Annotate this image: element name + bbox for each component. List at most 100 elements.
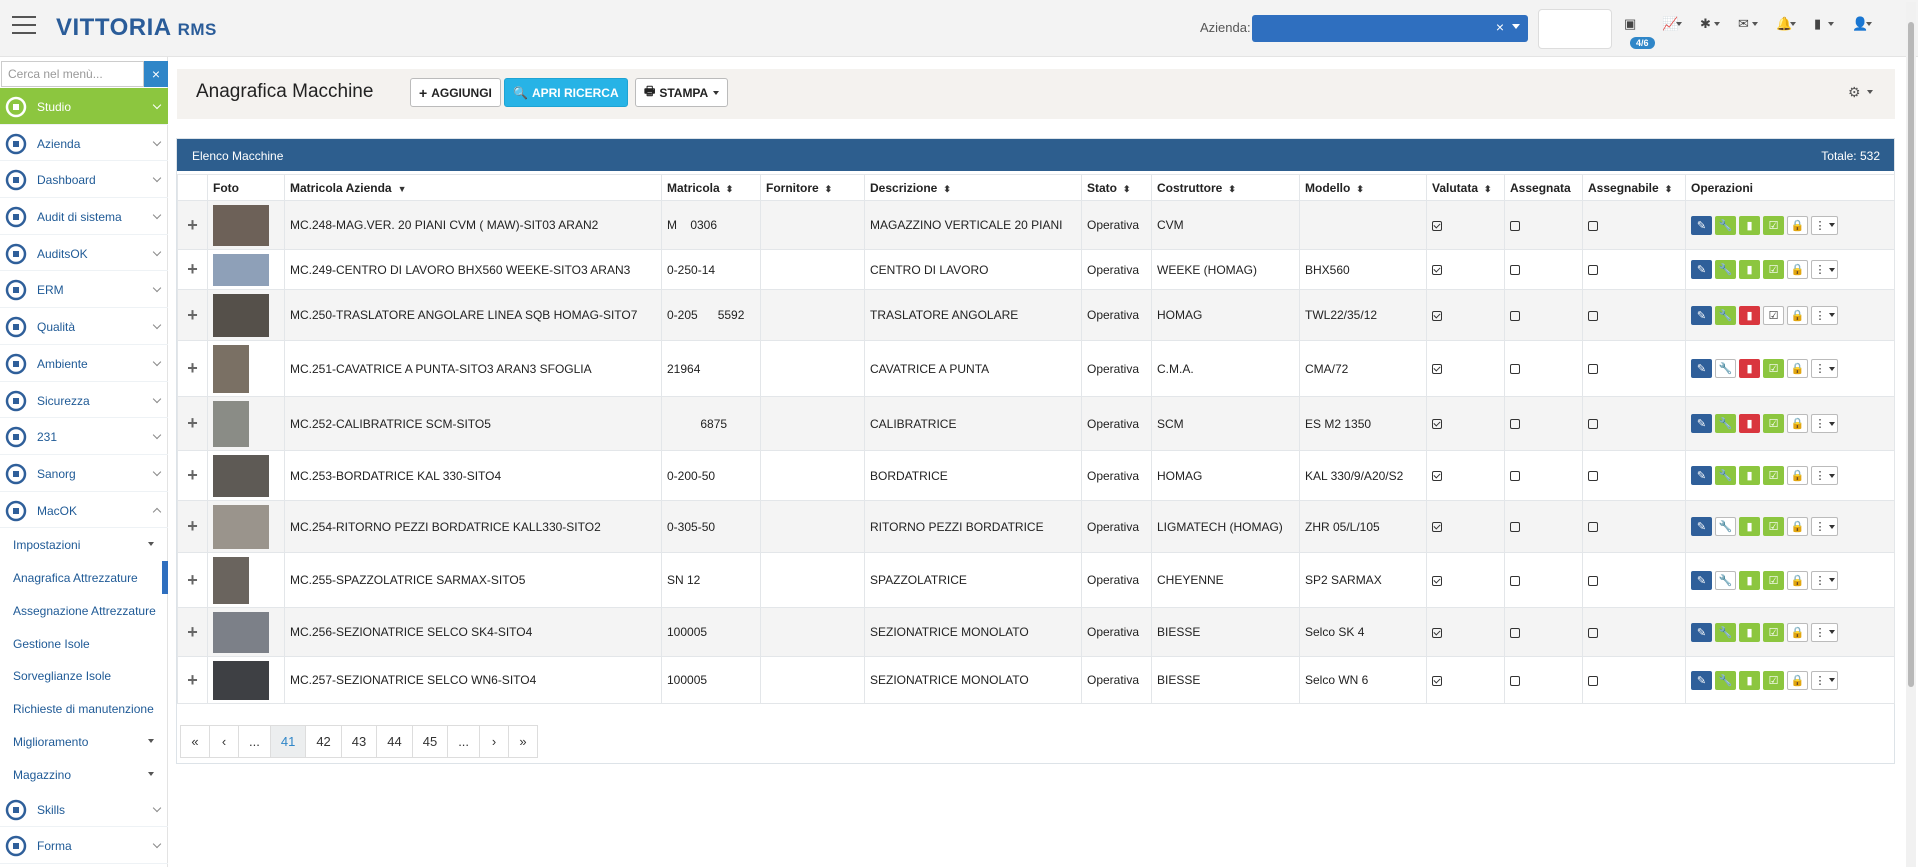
edit-icon[interactable]: ✎: [1691, 215, 1712, 235]
machine-photo[interactable]: [213, 253, 269, 286]
assegnabile-checkbox[interactable]: [1588, 675, 1598, 686]
table-row[interactable]: + MC.252-CALIBRATRICE SCM-SITO5 6875 CALIB…: [177, 396, 1895, 451]
assegnata-checkbox[interactable]: [1510, 471, 1520, 482]
sort-icon[interactable]: ⬍: [1665, 184, 1673, 195]
open-search-button[interactable]: 🔍 APRI RICERCA: [504, 78, 628, 107]
page-link[interactable]: 44: [376, 725, 413, 758]
machine-photo[interactable]: [213, 454, 269, 497]
edit-icon[interactable]: ✎: [1691, 260, 1712, 279]
page-link[interactable]: ‹: [209, 725, 239, 758]
sidebar-item-dashboard[interactable]: Dashboard: [0, 161, 168, 199]
sort-icon[interactable]: ⬍: [1228, 184, 1236, 195]
assegnata-checkbox[interactable]: [1510, 627, 1520, 638]
more-options-icon[interactable]: ⋮: [1811, 466, 1838, 485]
valutata-checkbox[interactable]: [1432, 627, 1442, 638]
sidebar-item-erm[interactable]: ERM: [0, 271, 168, 309]
azienda-select[interactable]: ×: [1252, 15, 1528, 42]
table-row[interactable]: + MC.257-SEZIONATRICE SELCO WN6-SITO4 1000…: [177, 656, 1895, 704]
bar-chart-icon[interactable]: ▮: [1739, 414, 1760, 433]
lock-icon[interactable]: 🔒: [1787, 359, 1808, 378]
expand-row-icon[interactable]: +: [177, 249, 208, 290]
page-link[interactable]: «: [180, 725, 210, 758]
page-scrollbar[interactable]: [1906, 2, 1916, 867]
bar-chart-icon[interactable]: ▮: [1739, 215, 1760, 235]
assegnata-checkbox[interactable]: [1510, 265, 1520, 276]
table-row[interactable]: + MC.256-SEZIONATRICE SELCO SK4-SITO4 1000…: [177, 607, 1895, 657]
wrench-icon[interactable]: 🔧: [1715, 570, 1736, 590]
wrench-icon[interactable]: 🔧: [1715, 260, 1736, 279]
column-header[interactable]: Matricola Azienda ▼: [284, 174, 662, 201]
expand-row-icon[interactable]: +: [177, 607, 208, 657]
clear-azienda-icon[interactable]: ×: [1496, 19, 1504, 35]
assegnabile-checkbox[interactable]: [1588, 310, 1598, 321]
sort-icon[interactable]: ⬍: [825, 184, 833, 195]
bar-chart-icon[interactable]: ▮: [1739, 570, 1760, 590]
assegnabile-checkbox[interactable]: [1588, 265, 1598, 276]
more-options-icon[interactable]: ⋮: [1811, 414, 1838, 433]
bar-chart-icon[interactable]: ▮: [1739, 305, 1760, 325]
edit-icon[interactable]: ✎: [1691, 466, 1712, 485]
expand-row-icon[interactable]: +: [177, 200, 208, 250]
assegnabile-checkbox[interactable]: [1588, 627, 1598, 638]
valutata-checkbox[interactable]: [1432, 675, 1442, 686]
sort-icon[interactable]: ▼: [398, 184, 407, 194]
check-square-icon[interactable]: ☑: [1763, 359, 1784, 378]
machine-photo[interactable]: [213, 293, 269, 337]
submenu-item-sorveglianze-isole[interactable]: Sorveglianze Isole: [0, 659, 168, 692]
submenu-item-assegnazione-attrezzature[interactable]: Assegnazione Attrezzature: [0, 594, 168, 627]
machine-photo[interactable]: [213, 400, 249, 447]
more-options-icon[interactable]: ⋮: [1811, 260, 1838, 279]
wrench-icon[interactable]: 🔧: [1715, 622, 1736, 642]
table-row[interactable]: + MC.251-CAVATRICE A PUNTA-SITO3 ARAN3 SF…: [177, 340, 1895, 397]
table-row[interactable]: + MC.255-SPAZZOLATRICE SARMAX-SITO5 SN 12 S…: [177, 552, 1895, 608]
lock-icon[interactable]: 🔒: [1787, 414, 1808, 433]
page-link[interactable]: 43: [340, 725, 378, 758]
bar-chart-icon[interactable]: ▮: [1739, 260, 1760, 279]
table-row[interactable]: + MC.248-MAG.VER. 20 PIANI CVM ( MAW)-SIT…: [177, 200, 1895, 250]
column-header[interactable]: Valutata ⬍: [1426, 174, 1505, 201]
sort-icon[interactable]: ⬍: [1484, 184, 1492, 195]
valutata-checkbox[interactable]: [1432, 522, 1442, 533]
more-options-icon[interactable]: ⋮: [1811, 570, 1838, 590]
column-header[interactable]: Matricola ⬍: [661, 174, 761, 201]
submenu-item-anagrafica-attrezzature[interactable]: Anagrafica Attrezzature: [0, 561, 168, 594]
assegnata-checkbox[interactable]: [1510, 575, 1520, 586]
machine-photo[interactable]: [213, 611, 269, 653]
more-options-icon[interactable]: ⋮: [1811, 359, 1838, 378]
edit-icon[interactable]: ✎: [1691, 414, 1712, 433]
mail-icon[interactable]: ✉: [1732, 14, 1770, 34]
table-row[interactable]: + MC.254-RITORNO PEZZI BORDATRICE KALL330…: [177, 500, 1895, 553]
lock-icon[interactable]: 🔒: [1787, 466, 1808, 485]
page-link[interactable]: 45: [411, 725, 449, 758]
machine-photo[interactable]: [213, 504, 269, 549]
sidebar-item-macok[interactable]: MacOK: [0, 492, 168, 529]
sidebar-item-studio[interactable]: Studio: [0, 88, 168, 125]
sidebar-item-231[interactable]: 231: [0, 418, 168, 455]
check-square-icon[interactable]: ☑: [1763, 305, 1784, 325]
machine-photo[interactable]: [213, 204, 269, 246]
more-options-icon[interactable]: ⋮: [1811, 622, 1838, 642]
sort-icon[interactable]: ⬍: [1123, 184, 1131, 195]
more-options-icon[interactable]: ⋮: [1811, 670, 1838, 690]
lock-icon[interactable]: 🔒: [1787, 517, 1808, 536]
sort-icon[interactable]: ⬍: [943, 184, 951, 195]
lock-icon[interactable]: 🔒: [1787, 305, 1808, 325]
battery-icon[interactable]: ▮: [1808, 14, 1846, 34]
check-square-icon[interactable]: ☑: [1763, 517, 1784, 536]
expand-row-icon[interactable]: +: [177, 340, 208, 397]
assegnata-checkbox[interactable]: [1510, 364, 1520, 375]
assegnabile-checkbox[interactable]: [1588, 522, 1598, 533]
submenu-item-gestione-isole[interactable]: Gestione Isole: [0, 627, 168, 660]
valutata-checkbox[interactable]: [1432, 220, 1442, 231]
table-row[interactable]: + MC.250-TRASLATORE ANGOLARE LINEA SQB HO…: [177, 289, 1895, 341]
wrench-icon[interactable]: 🔧: [1715, 670, 1736, 690]
expand-row-icon[interactable]: +: [177, 289, 208, 341]
wrench-icon[interactable]: 🔧: [1715, 359, 1736, 378]
assegnabile-checkbox[interactable]: [1588, 575, 1598, 586]
page-link[interactable]: ›: [479, 725, 510, 758]
sidebar-item-sicurezza[interactable]: Sicurezza: [0, 382, 168, 419]
wrench-icon[interactable]: 🔧: [1715, 517, 1736, 536]
edit-icon[interactable]: ✎: [1691, 305, 1712, 325]
close-icon[interactable]: ×: [144, 61, 168, 87]
scrollbar-thumb[interactable]: [1908, 22, 1914, 687]
